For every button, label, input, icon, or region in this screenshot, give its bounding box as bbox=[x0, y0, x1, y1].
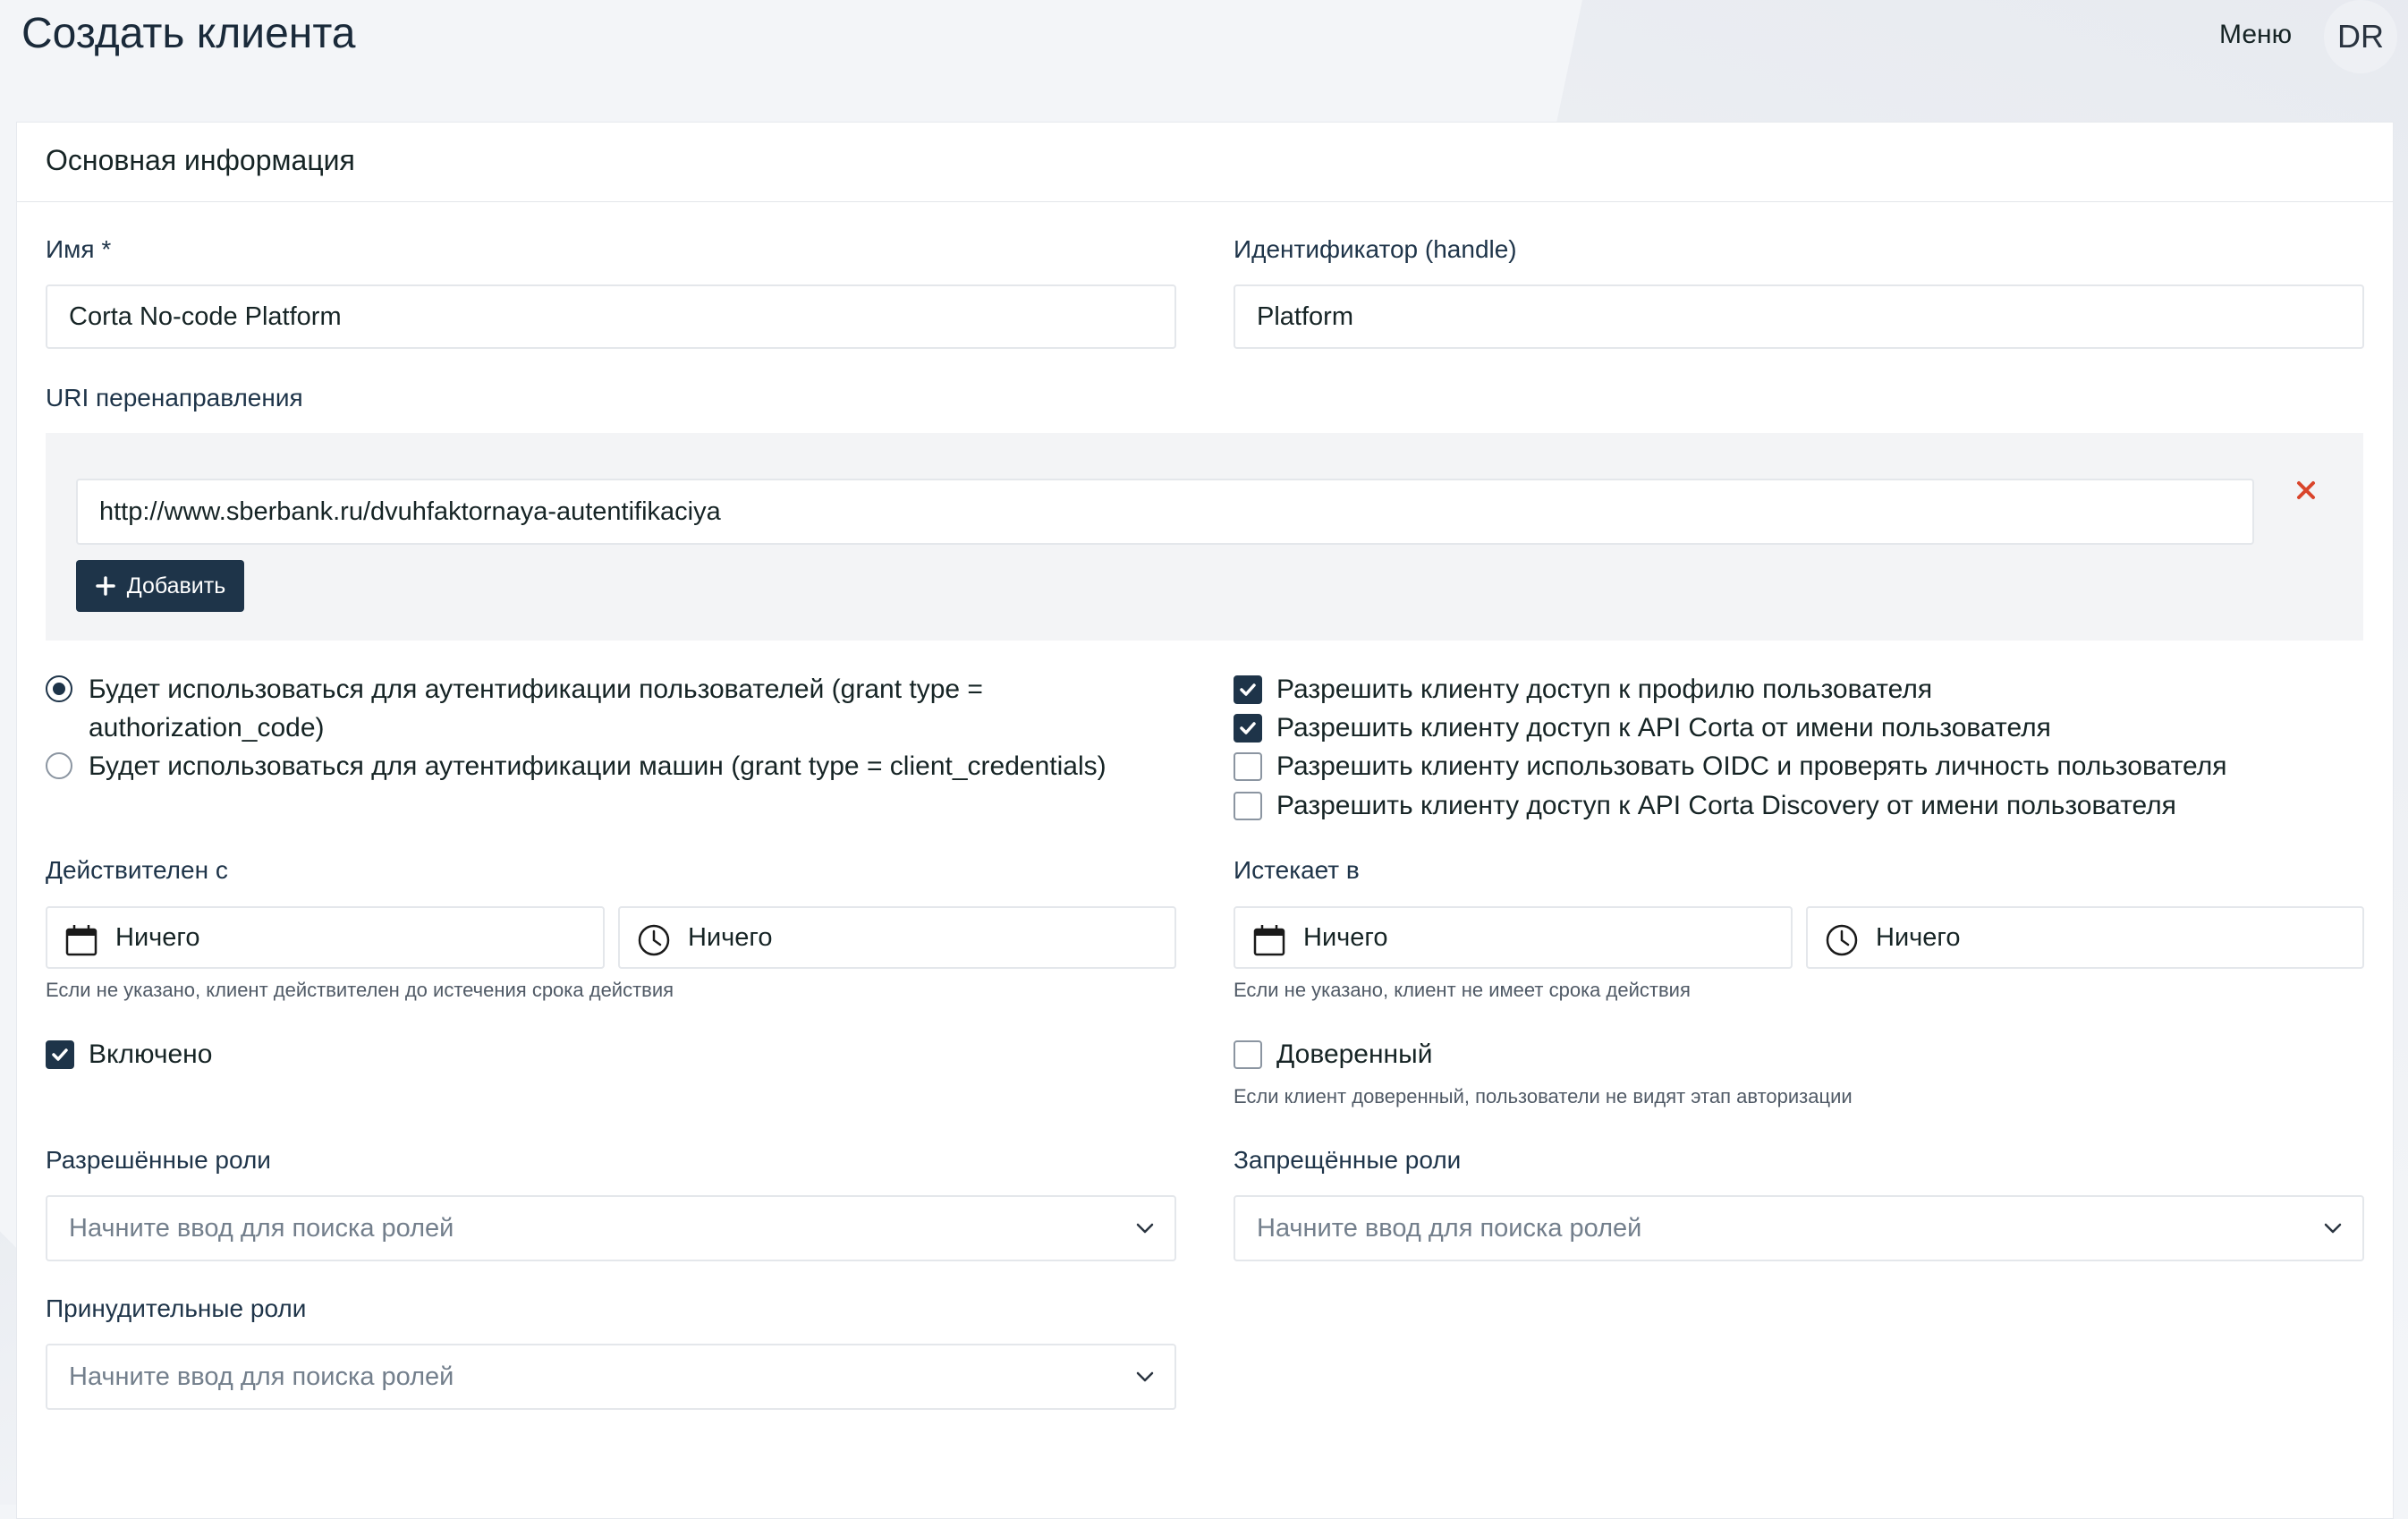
allowed-roles-select[interactable]: Начните ввод для поиска ролей bbox=[46, 1195, 1176, 1261]
perm-profile-label: Разрешить клиенту доступ к профилю польз… bbox=[1276, 675, 1933, 704]
forced-roles-select[interactable]: Начните ввод для поиска ролей bbox=[46, 1344, 1176, 1410]
card-title: Основная информация bbox=[46, 144, 355, 176]
top-bar: Создать клиента Меню DR bbox=[0, 0, 2408, 81]
check-icon bbox=[1240, 722, 1256, 734]
valid-from-date-value: Ничего bbox=[115, 922, 200, 952]
trusted-checkbox[interactable] bbox=[1234, 1040, 1262, 1069]
name-input[interactable]: Corta No-code Platform bbox=[46, 284, 1176, 349]
grant-client-credentials-label: Будет использоваться для аутентификации … bbox=[89, 751, 1106, 781]
redirect-uri-label: URI перенаправления bbox=[46, 384, 303, 412]
expires-at-label: Истекает в bbox=[1234, 856, 1360, 884]
handle-input-value: Platform bbox=[1257, 301, 1353, 331]
add-uri-button[interactable]: Добавить bbox=[76, 560, 244, 612]
expires-at-time-value: Ничего bbox=[1876, 922, 1961, 952]
name-label: Имя * bbox=[46, 235, 112, 263]
perm-oidc-label: Разрешить клиенту использовать OIDC и пр… bbox=[1276, 751, 2227, 781]
redirect-uri-input[interactable]: http://www.sberbank.ru/dvuhfaktornaya-au… bbox=[76, 479, 2254, 545]
perm-discovery-label: Разрешить клиенту доступ к API Corta Dis… bbox=[1276, 791, 2176, 820]
forced-roles-label: Принудительные роли bbox=[46, 1294, 307, 1322]
chevron-down-icon bbox=[2324, 1223, 2342, 1234]
perm-discovery-checkbox[interactable] bbox=[1234, 792, 1262, 820]
plus-icon bbox=[96, 576, 115, 596]
denied-roles-placeholder: Начните ввод для поиска ролей bbox=[1257, 1213, 1642, 1243]
clock-icon bbox=[638, 924, 670, 956]
menu-link[interactable]: Меню bbox=[2219, 20, 2292, 50]
expires-at-time-input[interactable]: Ничего bbox=[1806, 906, 2364, 969]
check-icon bbox=[1240, 683, 1256, 696]
chevron-down-icon bbox=[1136, 1371, 1154, 1382]
grant-auth-code-label: Будет использоваться для аутентификации … bbox=[89, 675, 983, 743]
trusted-help: Если клиент доверенный, пользователи не … bbox=[1234, 1085, 1853, 1107]
valid-from-label: Действителен с bbox=[46, 856, 228, 884]
name-input-value: Corta No-code Platform bbox=[69, 301, 342, 331]
valid-from-date-input[interactable]: Ничего bbox=[46, 906, 605, 969]
clock-icon bbox=[1826, 924, 1858, 956]
perm-oidc-checkbox[interactable] bbox=[1234, 752, 1262, 781]
expires-at-help: Если не указано, клиент не имеет срока д… bbox=[1234, 979, 1691, 1001]
valid-from-time-input[interactable]: Ничего bbox=[618, 906, 1176, 969]
perm-api-checkbox[interactable] bbox=[1234, 714, 1262, 743]
avatar[interactable]: DR bbox=[2324, 0, 2397, 73]
chevron-down-icon bbox=[1136, 1223, 1154, 1234]
enabled-checkbox[interactable] bbox=[46, 1040, 74, 1069]
card-header: Основная информация bbox=[17, 123, 2393, 202]
grant-client-credentials-radio[interactable] bbox=[46, 752, 72, 779]
valid-from-help: Если не указано, клиент действителен до … bbox=[46, 979, 674, 1001]
enabled-label: Включено bbox=[89, 1040, 213, 1069]
page-title: Создать клиента bbox=[21, 10, 356, 57]
check-icon bbox=[52, 1048, 68, 1061]
perm-api-label: Разрешить клиенту доступ к API Corta от … bbox=[1276, 713, 2051, 743]
forced-roles-placeholder: Начните ввод для поиска ролей bbox=[69, 1362, 454, 1391]
handle-label: Идентификатор (handle) bbox=[1234, 235, 1517, 263]
redirect-uri-value: http://www.sberbank.ru/dvuhfaktornaya-au… bbox=[99, 496, 721, 526]
perm-profile-checkbox[interactable] bbox=[1234, 675, 1262, 704]
valid-from-time-value: Ничего bbox=[688, 922, 773, 952]
denied-roles-label: Запрещённые роли bbox=[1234, 1146, 1462, 1174]
trusted-label: Доверенный bbox=[1276, 1040, 1433, 1069]
allowed-roles-label: Разрешённые роли bbox=[46, 1146, 271, 1174]
remove-uri-icon[interactable] bbox=[2293, 477, 2319, 504]
allowed-roles-placeholder: Начните ввод для поиска ролей bbox=[69, 1213, 454, 1243]
add-uri-label: Добавить bbox=[126, 573, 226, 598]
calendar-icon bbox=[1253, 925, 1285, 956]
denied-roles-select[interactable]: Начните ввод для поиска ролей bbox=[1234, 1195, 2364, 1261]
expires-at-date-input[interactable]: Ничего bbox=[1234, 906, 1793, 969]
grant-auth-code-radio[interactable] bbox=[46, 675, 72, 702]
main-card: Основная информация Имя * Corta No-code … bbox=[16, 122, 2394, 1519]
calendar-icon bbox=[65, 925, 98, 956]
handle-input[interactable]: Platform bbox=[1234, 284, 2364, 349]
expires-at-date-value: Ничего bbox=[1303, 922, 1388, 952]
